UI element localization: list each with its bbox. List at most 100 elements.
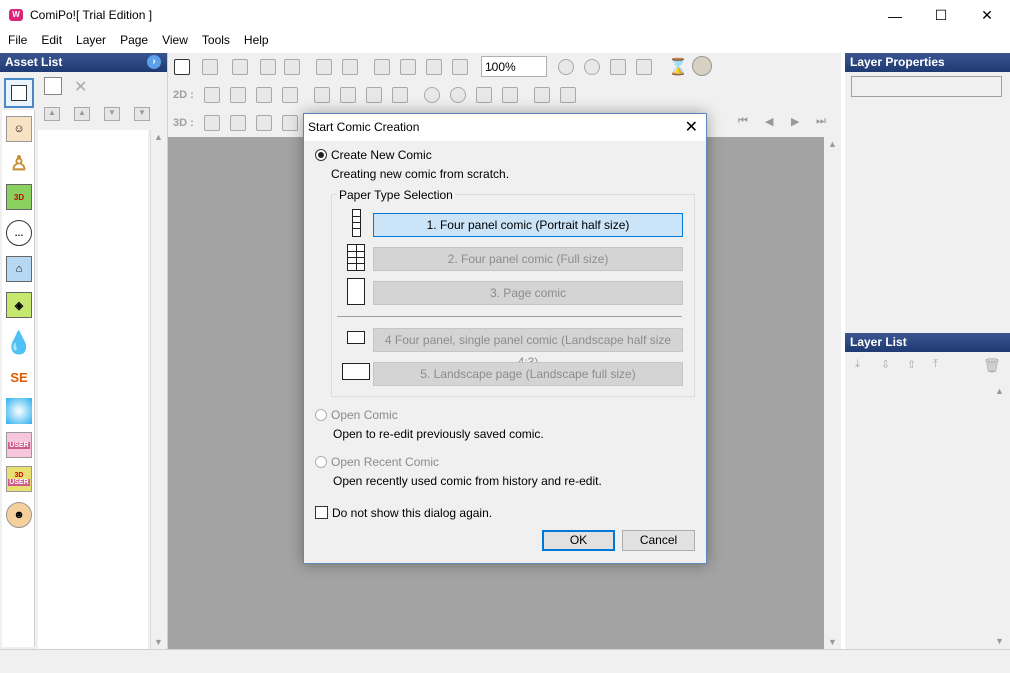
expand-icon[interactable]: › bbox=[147, 55, 161, 69]
paper-type-option-4[interactable]: 4 Four panel, single panel comic (Landsc… bbox=[373, 328, 683, 369]
2d-scale-down-icon[interactable] bbox=[340, 87, 356, 103]
menu-help[interactable]: Help bbox=[237, 31, 276, 51]
2d-move-right-icon[interactable] bbox=[282, 87, 298, 103]
copy-page-icon[interactable] bbox=[232, 59, 248, 75]
menu-file[interactable]: File bbox=[1, 31, 34, 51]
layer-move-top-icon[interactable]: ⤒ bbox=[933, 358, 938, 371]
layer-properties-header: Layer Properties bbox=[845, 53, 1010, 72]
open-recent-label[interactable]: Open Recent Comic bbox=[331, 455, 439, 469]
fit-page-icon[interactable] bbox=[610, 59, 626, 75]
item-icon[interactable]: ◈ bbox=[6, 292, 32, 318]
effect-drop-icon[interactable]: 💧 bbox=[5, 330, 32, 356]
frame-tool-icon[interactable] bbox=[4, 78, 34, 108]
print-icon[interactable] bbox=[174, 59, 190, 75]
2d-rotate-right-icon[interactable] bbox=[450, 87, 466, 103]
paper-type-option-5[interactable]: 5. Landscape page (Landscape full size) bbox=[373, 362, 683, 386]
ok-button[interactable]: OK bbox=[542, 530, 615, 551]
background-icon[interactable]: ⌂ bbox=[6, 256, 32, 282]
delete-asset-icon[interactable]: ✕ bbox=[74, 77, 92, 96]
cut-icon[interactable] bbox=[374, 59, 390, 75]
2d-flip-vertical-icon[interactable] bbox=[476, 87, 492, 103]
dont-show-label[interactable]: Do not show this dialog again. bbox=[332, 506, 492, 520]
tweet-icon[interactable] bbox=[260, 59, 276, 75]
paper-type-option-1[interactable]: 1. Four panel comic (Portrait half size) bbox=[373, 213, 683, 237]
move-down-icon[interactable]: ▼ bbox=[104, 107, 120, 121]
printer-icon[interactable] bbox=[284, 59, 300, 75]
character-icon[interactable]: ☺ bbox=[6, 116, 32, 142]
undo-icon[interactable] bbox=[316, 59, 332, 75]
2d-flip-horizontal-icon[interactable] bbox=[502, 87, 518, 103]
layer-move-down-icon[interactable]: ⇩ bbox=[881, 358, 890, 371]
menu-bar: File Edit Layer Page View Tools Help bbox=[0, 31, 1010, 51]
user-3d-asset-icon[interactable]: 3D USER bbox=[6, 466, 32, 492]
speech-balloon-icon[interactable]: … bbox=[6, 220, 32, 246]
open-comic-label[interactable]: Open Comic bbox=[331, 408, 398, 422]
close-button[interactable]: ✕ bbox=[964, 0, 1010, 31]
menu-layer[interactable]: Layer bbox=[69, 31, 113, 51]
2d-move-up-icon[interactable] bbox=[204, 87, 220, 103]
3d-move-right-icon[interactable] bbox=[282, 115, 298, 131]
menu-tools[interactable]: Tools bbox=[195, 31, 237, 51]
redo-icon[interactable] bbox=[342, 59, 358, 75]
last-page-icon[interactable]: ⏭ bbox=[816, 115, 826, 128]
open-recent-radio[interactable] bbox=[315, 456, 327, 468]
dont-show-checkbox[interactable] bbox=[315, 506, 328, 519]
2d-crop-icon[interactable] bbox=[534, 87, 550, 103]
paper-type-option-2[interactable]: 2. Four panel comic (Full size) bbox=[373, 247, 683, 271]
menu-view[interactable]: View bbox=[155, 31, 195, 51]
2d-scale-up-icon[interactable] bbox=[314, 87, 330, 103]
dialog-title: Start Comic Creation bbox=[308, 120, 420, 134]
cancel-button[interactable]: Cancel bbox=[622, 530, 695, 551]
copy-icon[interactable] bbox=[400, 59, 416, 75]
3d-move-up-icon[interactable] bbox=[204, 115, 220, 131]
first-page-icon[interactable]: ⏮ bbox=[738, 115, 748, 128]
2d-move-left-icon[interactable] bbox=[256, 87, 272, 103]
face-icon[interactable]: ☻ bbox=[6, 502, 32, 528]
minimize-button[interactable]: — bbox=[872, 0, 918, 31]
prev-page-icon[interactable]: ◀ bbox=[765, 115, 773, 128]
layer-delete-icon[interactable]: 🗑 bbox=[983, 357, 1001, 374]
3d-move-down-icon[interactable] bbox=[230, 115, 246, 131]
menu-page[interactable]: Page bbox=[113, 31, 155, 51]
hourglass-icon[interactable]: ⌛ bbox=[668, 57, 688, 77]
paper-type-option-3[interactable]: 3. Page comic bbox=[373, 281, 683, 305]
save-icon[interactable] bbox=[202, 59, 218, 75]
paste-icon[interactable] bbox=[426, 59, 442, 75]
move-top-icon[interactable]: ▲ bbox=[44, 107, 60, 121]
move-bottom-icon[interactable]: ▼ bbox=[134, 107, 150, 121]
zoom-in-icon[interactable] bbox=[558, 59, 574, 75]
2d-crop-reset-icon[interactable] bbox=[560, 87, 576, 103]
asset-grid-tool-icon[interactable] bbox=[44, 77, 62, 95]
next-page-icon[interactable]: ▶ bbox=[791, 115, 799, 128]
2d-move-down-icon[interactable] bbox=[230, 87, 246, 103]
layer-move-up-icon[interactable]: ⇧ bbox=[907, 358, 916, 371]
pose-icon[interactable]: ♙ bbox=[6, 150, 32, 176]
3d-move-left-icon[interactable] bbox=[256, 115, 272, 131]
maximize-button[interactable]: ☐ bbox=[918, 0, 964, 31]
burst-effect-icon[interactable] bbox=[6, 398, 32, 424]
zoom-out-icon[interactable] bbox=[584, 59, 600, 75]
3d-object-icon[interactable]: 3D bbox=[6, 184, 32, 210]
canvas-scrollbar[interactable]: ▲ ▼ bbox=[824, 137, 841, 649]
character-face-icon[interactable] bbox=[692, 56, 712, 76]
trash-icon[interactable] bbox=[452, 59, 468, 75]
create-new-radio[interactable] bbox=[315, 149, 327, 161]
asset-scrollbar[interactable]: ▲ ▼ bbox=[150, 130, 166, 649]
2d-reset-icon[interactable] bbox=[392, 87, 408, 103]
move-up-icon[interactable]: ▲ bbox=[74, 107, 90, 121]
asset-thumbnail-area[interactable] bbox=[38, 130, 148, 649]
menu-edit[interactable]: Edit bbox=[34, 31, 69, 51]
open-comic-radio[interactable] bbox=[315, 409, 327, 421]
start-comic-dialog: Start Comic Creation ✕ Create New Comic … bbox=[303, 113, 707, 564]
2d-fit-icon[interactable] bbox=[366, 87, 382, 103]
layer-properties-box[interactable] bbox=[851, 76, 1002, 97]
layer-move-bottom-icon[interactable]: ⤓ bbox=[855, 358, 860, 371]
create-new-label[interactable]: Create New Comic bbox=[331, 148, 432, 162]
sound-effect-icon[interactable]: SE bbox=[6, 364, 32, 390]
dialog-close-icon[interactable]: ✕ bbox=[685, 117, 698, 137]
2d-rotate-left-icon[interactable] bbox=[424, 87, 440, 103]
layer-list-scrollbar[interactable]: ▲ ▼ bbox=[992, 384, 1008, 648]
user-asset-icon[interactable]: USER bbox=[6, 432, 32, 458]
fit-width-icon[interactable] bbox=[636, 59, 652, 75]
zoom-select[interactable]: 100% ⌄ bbox=[481, 56, 547, 77]
